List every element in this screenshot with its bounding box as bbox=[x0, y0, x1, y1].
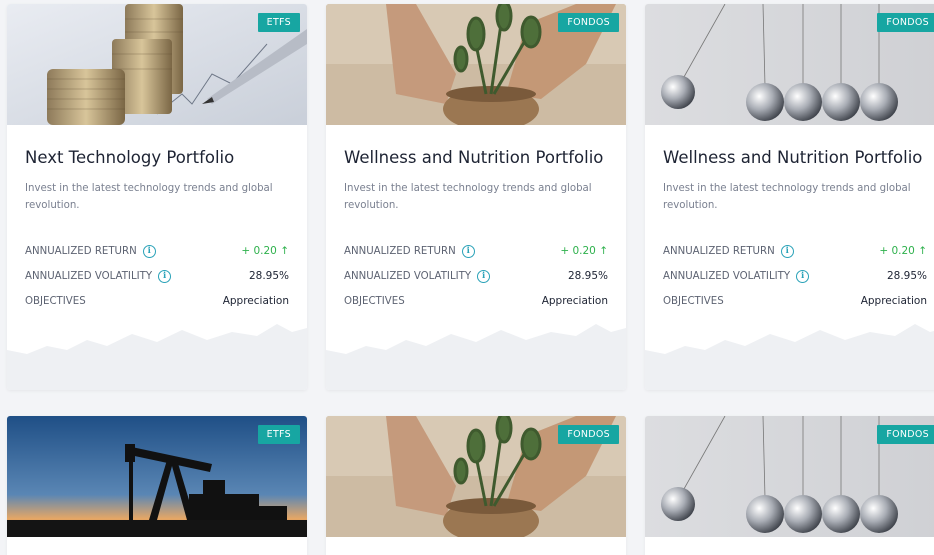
annualized-return-label: ANNUALIZED RETURN bbox=[344, 245, 456, 257]
objectives-row: OBJECTIVES Appreciation bbox=[663, 293, 927, 309]
newtons-cradle-image: FONDOS bbox=[645, 416, 934, 537]
portfolio-title[interactable]: Next Technology Portfolio bbox=[25, 148, 234, 167]
portfolio-card[interactable]: FONDOS bbox=[326, 416, 626, 555]
info-icon[interactable]: i bbox=[142, 244, 156, 258]
category-badge: ETFS bbox=[257, 13, 300, 32]
portfolio-title[interactable]: Wellness and Nutrition Portfolio bbox=[344, 148, 603, 167]
annualized-return-label: ANNUALIZED RETURN bbox=[25, 245, 137, 257]
category-badge: FONDOS bbox=[558, 425, 619, 444]
coins-pen-image: ETFS bbox=[7, 4, 307, 125]
annualized-volatility-row: ANNUALIZED VOLATILITY i 28.95% bbox=[25, 268, 289, 284]
sparkline bbox=[326, 324, 626, 390]
portfolio-card[interactable]: FONDOS bbox=[645, 416, 934, 555]
annualized-volatility-value: 28.95% bbox=[886, 270, 927, 282]
objectives-label: OBJECTIVES bbox=[344, 295, 405, 307]
portfolio-card[interactable]: FONDOS Wellness and Nutrition Portfolio … bbox=[326, 4, 626, 390]
annualized-return-value: + 0.20 ↑ bbox=[241, 245, 289, 257]
annualized-volatility-label: ANNUALIZED VOLATILITY bbox=[663, 270, 791, 282]
annualized-volatility-row: ANNUALIZED VOLATILITY i 28.95% bbox=[344, 268, 608, 284]
category-badge: ETFS bbox=[257, 425, 300, 444]
info-icon[interactable]: i bbox=[477, 269, 491, 283]
portfolio-card[interactable]: ETFS bbox=[7, 416, 307, 555]
annualized-return-row: ANNUALIZED RETURN i + 0.20 ↑ bbox=[25, 243, 289, 259]
annualized-volatility-label: ANNUALIZED VOLATILITY bbox=[25, 270, 153, 282]
annualized-volatility-label: ANNUALIZED VOLATILITY bbox=[344, 270, 472, 282]
category-badge: FONDOS bbox=[877, 425, 934, 444]
portfolio-card[interactable]: ETFS Next Technology Portfolio Invest in… bbox=[7, 4, 307, 390]
objectives-label: OBJECTIVES bbox=[663, 295, 724, 307]
category-badge: FONDOS bbox=[877, 13, 934, 32]
objectives-value: Appreciation bbox=[860, 295, 927, 307]
annualized-volatility-row: ANNUALIZED VOLATILITY i 28.95% bbox=[663, 268, 927, 284]
objectives-label: OBJECTIVES bbox=[25, 295, 86, 307]
objectives-value: Appreciation bbox=[222, 295, 289, 307]
objectives-value: Appreciation bbox=[541, 295, 608, 307]
annualized-return-value: + 0.20 ↑ bbox=[560, 245, 608, 257]
portfolio-description: Invest in the latest technology trends a… bbox=[25, 183, 273, 211]
objectives-row: OBJECTIVES Appreciation bbox=[25, 293, 289, 309]
portfolio-card[interactable]: FONDOS Wellness and Nutrition Portfolio … bbox=[645, 4, 934, 390]
info-icon[interactable]: i bbox=[158, 269, 172, 283]
annualized-return-label: ANNUALIZED RETURN bbox=[663, 245, 775, 257]
plant-pot-image: FONDOS bbox=[326, 4, 626, 125]
newtons-cradle-image: FONDOS bbox=[645, 4, 934, 125]
info-icon[interactable]: i bbox=[796, 269, 810, 283]
annualized-return-value: + 0.20 ↑ bbox=[879, 245, 927, 257]
annualized-volatility-value: 28.95% bbox=[248, 270, 289, 282]
portfolio-title[interactable]: Wellness and Nutrition Portfolio bbox=[663, 148, 922, 167]
sparkline bbox=[645, 324, 934, 390]
portfolio-grid: ETFS Next Technology Portfolio Invest in… bbox=[0, 0, 934, 555]
sparkline bbox=[7, 324, 307, 390]
oil-pump-image: ETFS bbox=[7, 416, 307, 537]
info-icon[interactable]: i bbox=[461, 244, 475, 258]
annualized-return-row: ANNUALIZED RETURN i + 0.20 ↑ bbox=[344, 243, 608, 259]
category-badge: FONDOS bbox=[558, 13, 619, 32]
annualized-volatility-value: 28.95% bbox=[567, 270, 608, 282]
objectives-row: OBJECTIVES Appreciation bbox=[344, 293, 608, 309]
portfolio-description: Invest in the latest technology trends a… bbox=[663, 183, 911, 211]
portfolio-description: Invest in the latest technology trends a… bbox=[344, 183, 592, 211]
plant-pot-image: FONDOS bbox=[326, 416, 626, 537]
info-icon[interactable]: i bbox=[780, 244, 794, 258]
annualized-return-row: ANNUALIZED RETURN i + 0.20 ↑ bbox=[663, 243, 927, 259]
